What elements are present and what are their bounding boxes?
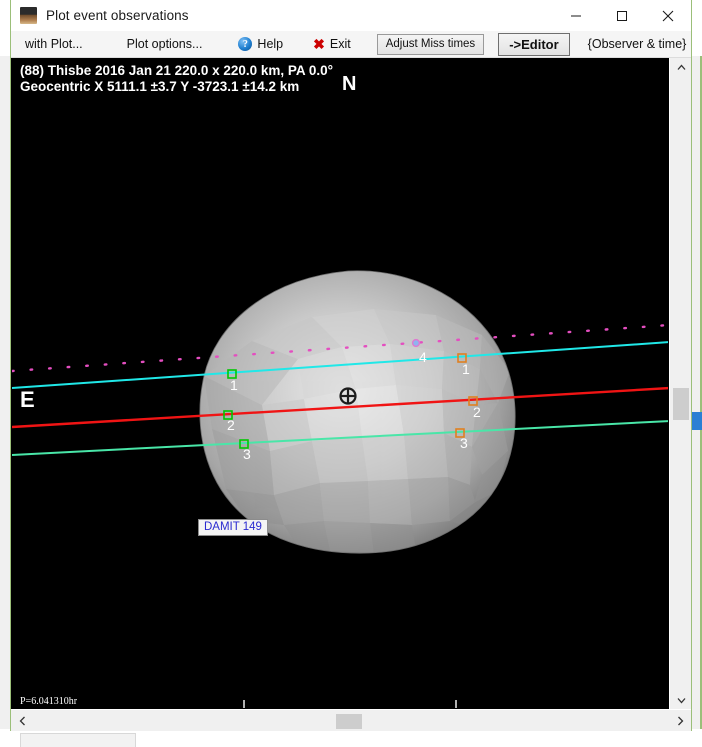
adjust-miss-times-button[interactable]: Adjust Miss times	[376, 33, 485, 55]
menu-with-plot-label: with Plot...	[25, 37, 83, 51]
asteroid-icon	[20, 6, 37, 24]
damit-shape-model-badge[interactable]: DAMIT 149	[198, 519, 268, 536]
window-title: Plot event observations	[46, 7, 189, 23]
editor-button[interactable]: ->Editor	[498, 32, 570, 56]
question-circle-icon: ?	[238, 37, 253, 51]
horizontal-scrollbar-thumb[interactable]	[336, 714, 362, 729]
plot-header-line-1: (88) Thisbe 2016 Jan 21 220.0 x 220.0 km…	[20, 63, 334, 78]
observer-and-time-label: {Observer & time}	[587, 37, 687, 51]
window-controls	[553, 0, 691, 31]
plot-graphics	[12, 270, 668, 708]
vertical-scrollbar-thumb[interactable]	[673, 388, 689, 420]
chord-2-left-label: 2	[227, 417, 235, 433]
chord-3-right-label: 3	[460, 435, 468, 451]
north-label: N	[342, 73, 357, 95]
minimize-icon[interactable]	[553, 0, 599, 31]
menu-with-plot[interactable]: with Plot...	[25, 33, 83, 56]
east-label: E	[20, 387, 35, 412]
menu-plot-options[interactable]: Plot options...	[127, 33, 203, 56]
earth-symbol	[339, 387, 357, 405]
close-icon[interactable]	[645, 0, 691, 31]
vertical-scrollbar[interactable]	[669, 58, 691, 709]
main-toolbar: with Plot... Plot options... ? Help ✖ Ex…	[11, 31, 691, 58]
menu-exit[interactable]: ✖ Exit	[313, 33, 351, 56]
window-title-bar[interactable]: Plot event observations	[11, 0, 691, 31]
editor-label: ->Editor	[509, 36, 559, 52]
occultation-plot-canvas[interactable]: (88) Thisbe 2016 Jan 21 220.0 x 220.0 km…	[11, 58, 669, 709]
plot-event-observations-window: Plot event observations with Plot... Plo…	[10, 0, 692, 731]
observer-and-time-button[interactable]: {Observer & time}	[588, 37, 687, 51]
chord-1-left-label: 1	[230, 377, 238, 393]
maximize-icon[interactable]	[599, 0, 645, 31]
plot-area-container: (88) Thisbe 2016 Jan 21 220.0 x 220.0 km…	[11, 58, 691, 709]
menu-plot-options-label: Plot options...	[126, 37, 203, 51]
chord-3-left-label: 3	[243, 446, 251, 462]
chord-2-right-label: 2	[473, 404, 481, 420]
chord-1-right-label: 1	[462, 361, 470, 377]
rotation-period-label: P=6.041310hr	[20, 696, 78, 707]
chevron-down-icon[interactable]	[670, 691, 692, 709]
menu-help[interactable]: ? Help	[238, 33, 283, 56]
horizontal-scrollbar[interactable]	[11, 709, 691, 731]
chord-4-label: 4	[419, 349, 427, 365]
background-taskbar-tab	[20, 733, 136, 747]
chevron-left-icon[interactable]	[13, 710, 31, 732]
chevron-right-icon[interactable]	[671, 710, 689, 732]
plot-header-line-2: Geocentric X 5111.1 ±3.7 Y -3723.1 ±14.2…	[20, 79, 300, 94]
x-icon: ✖	[313, 36, 325, 52]
menu-exit-label: Exit	[329, 37, 351, 51]
adjust-miss-times-label: Adjust Miss times	[385, 38, 476, 50]
menu-help-label: Help	[257, 37, 284, 51]
chevron-up-icon[interactable]	[670, 58, 692, 76]
